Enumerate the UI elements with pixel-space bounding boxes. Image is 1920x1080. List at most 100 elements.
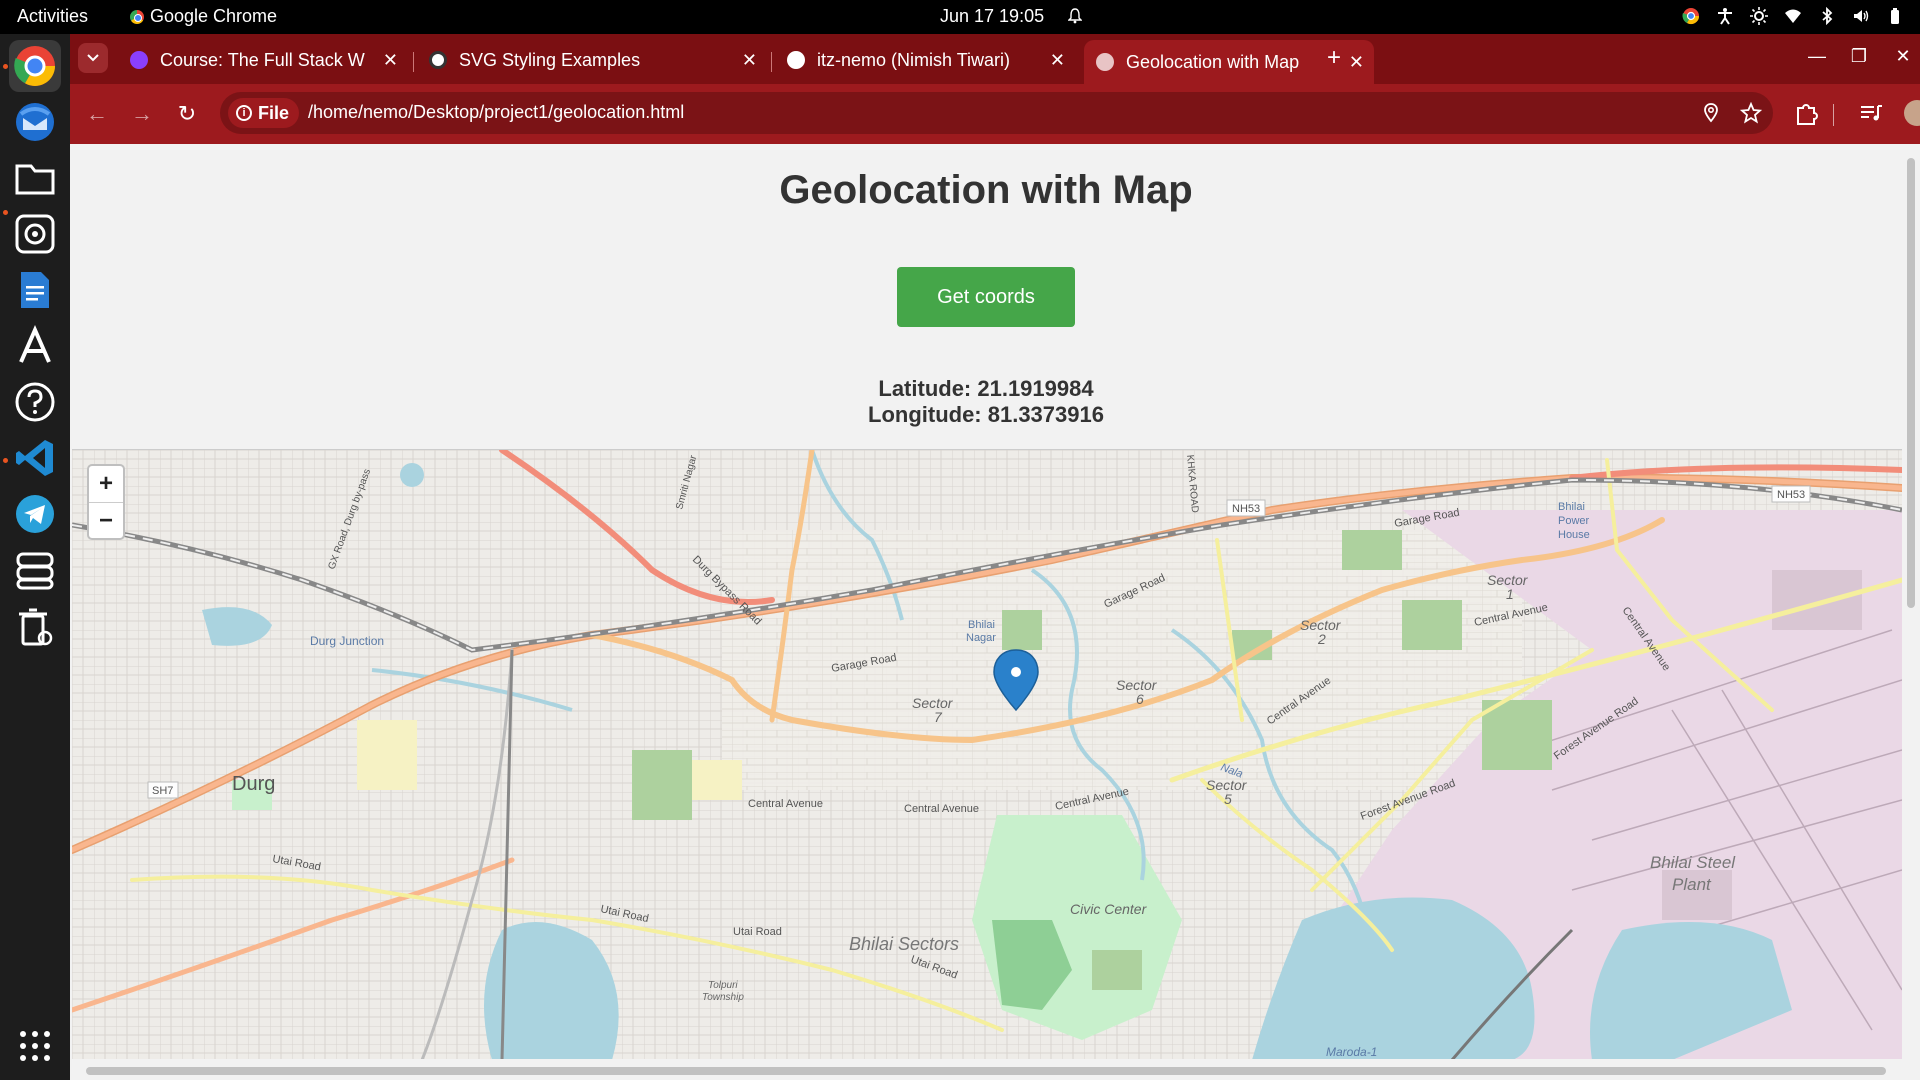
address-bar[interactable]: i File /home/nemo/Desktop/project1/geolo…: [220, 92, 1773, 134]
tab-title: itz-nemo (Nimish Tiwari): [817, 49, 1011, 70]
chrome-dock-icon[interactable]: [9, 40, 61, 92]
map-label-utai-road-3: Utai Road: [733, 926, 782, 938]
map-label-bhilai-sectors: Bhilai Sectors: [849, 934, 959, 954]
battery-icon[interactable]: [1886, 7, 1904, 25]
minimize-icon[interactable]: —: [1806, 46, 1828, 67]
app-center-icon[interactable]: [9, 320, 61, 372]
map-label-bhilai-power-2: Power: [1558, 515, 1590, 527]
trash-icon[interactable]: [9, 600, 61, 652]
close-tab-icon[interactable]: ✕: [383, 50, 398, 71]
tab-strip: Course: The Full Stack W ✕ SVG Styling E…: [70, 34, 1920, 84]
tab-svg-styling[interactable]: SVG Styling Examples ✕: [417, 42, 767, 78]
tab-github[interactable]: itz-nemo (Nimish Tiwari) ✕: [775, 42, 1075, 78]
map-shield-nh53-b: NH53: [1777, 489, 1805, 501]
map-tiles[interactable]: Durg Durg Junction Bhilai Nagar Sector 7…: [72, 450, 1902, 1059]
files-icon[interactable]: [9, 152, 61, 204]
location-pin-icon[interactable]: [1700, 102, 1722, 124]
openai-favicon-icon: [429, 51, 447, 69]
bookmark-star-icon[interactable]: [1740, 102, 1762, 124]
map-label-bhilai-nagar-2: Nagar: [966, 632, 996, 644]
thunderbird-icon[interactable]: [9, 96, 61, 148]
coordinates-display: Latitude: 21.1919984 Longitude: 81.33739…: [70, 376, 1902, 428]
globe-favicon-icon: [1096, 53, 1114, 71]
vertical-scrollbar[interactable]: [1902, 144, 1920, 1062]
map-label-tolpuri-1: Tolpuri: [708, 980, 738, 991]
tab-course[interactable]: Course: The Full Stack W ✕: [118, 42, 408, 78]
site-info-chip[interactable]: i File: [228, 98, 300, 128]
map-label-durg: Durg: [232, 773, 275, 795]
longitude-text: Longitude: 81.3373916: [868, 402, 1104, 427]
notification-bell-icon: [1068, 8, 1082, 24]
toolbar: ← → ↻ i File /home/nemo/Desktop/project1…: [70, 84, 1920, 144]
url-text[interactable]: /home/nemo/Desktop/project1/geolocation.…: [308, 102, 684, 123]
map-shield-sh7: SH7: [152, 785, 173, 797]
brightness-icon[interactable]: [1750, 7, 1768, 25]
map-label-sector7-num: 7: [934, 709, 943, 725]
close-tab-icon[interactable]: ✕: [742, 50, 757, 71]
back-button[interactable]: ←: [81, 98, 113, 130]
tab-title: Course: The Full Stack W: [160, 49, 365, 70]
map-label-bhilai-steel-1: Bhilai Steel: [1650, 853, 1736, 872]
reload-button[interactable]: ↻: [171, 98, 203, 130]
rhythmbox-icon[interactable]: [9, 208, 61, 260]
map-label-bhilai-steel-2: Plant: [1672, 875, 1712, 894]
app-menu-label: Google Chrome: [150, 6, 278, 26]
map-label-sector2-num: 2: [1317, 631, 1326, 647]
map-shield-nh53-a: NH53: [1232, 503, 1260, 515]
telegram-icon[interactable]: [9, 488, 61, 540]
info-icon: i: [236, 105, 252, 121]
chrome-app-icon: [130, 9, 144, 24]
map-view[interactable]: Durg Durg Junction Bhilai Nagar Sector 7…: [72, 449, 1902, 1059]
wifi-icon[interactable]: [1784, 7, 1802, 25]
map-label-sector7: Sector: [912, 695, 954, 711]
new-tab-button[interactable]: +: [1320, 44, 1348, 72]
map-label-central-avenue-2: Central Avenue: [904, 803, 979, 815]
restore-icon[interactable]: ❐: [1848, 46, 1870, 67]
system-top-bar: Activities Google Chrome Jun 17 19:05: [0, 0, 1920, 34]
show-apps-icon[interactable]: [9, 1020, 61, 1072]
close-tab-icon[interactable]: ✕: [1349, 52, 1364, 73]
dock: [0, 34, 70, 1080]
tab-search-button[interactable]: [78, 43, 108, 73]
extensions-icon[interactable]: [1793, 100, 1819, 126]
system-tray[interactable]: [1682, 6, 1904, 26]
zoom-out-button[interactable]: −: [89, 502, 123, 538]
chevron-down-icon: [87, 54, 99, 62]
forward-button[interactable]: →: [126, 98, 158, 130]
bluetooth-icon[interactable]: [1818, 6, 1836, 26]
app-menu[interactable]: Google Chrome: [130, 6, 277, 27]
map-label-bhilai-power-3: House: [1558, 529, 1590, 541]
map-label-sector1-num: 1: [1506, 586, 1514, 602]
horizontal-scrollbar[interactable]: [70, 1062, 1920, 1080]
page-title: Geolocation with Map: [779, 168, 1193, 212]
get-coords-button[interactable]: Get coords: [897, 267, 1075, 327]
map-label-central-avenue-1: Central Avenue: [748, 798, 823, 810]
map-label-sector5-num: 5: [1224, 791, 1232, 807]
zoom-in-button[interactable]: +: [89, 466, 123, 502]
map-label-bhilai-power-1: Bhilai: [1558, 501, 1585, 513]
zoom-control: + −: [87, 464, 125, 540]
map-label-bhilai-nagar-1: Bhilai: [968, 619, 995, 631]
volume-icon[interactable]: [1852, 7, 1870, 25]
activities-button[interactable]: Activities: [17, 6, 88, 27]
tab-title: Geolocation with Map: [1126, 51, 1300, 72]
libreoffice-writer-icon[interactable]: [9, 264, 61, 316]
profile-avatar[interactable]: [1904, 100, 1920, 126]
tab-title: SVG Styling Examples: [459, 49, 641, 70]
map-label-civic-center: Civic Center: [1070, 901, 1148, 917]
help-icon[interactable]: [9, 376, 61, 428]
map-label-durg-junction: Durg Junction: [310, 634, 384, 648]
map-label-sector6-num: 6: [1136, 691, 1144, 707]
close-window-icon[interactable]: ✕: [1892, 46, 1914, 67]
vscode-icon[interactable]: [9, 432, 61, 484]
latitude-text: Latitude: 21.1919984: [878, 376, 1094, 401]
close-tab-icon[interactable]: ✕: [1050, 50, 1065, 71]
accessibility-icon[interactable]: [1716, 7, 1734, 25]
media-controls-icon[interactable]: [1858, 100, 1884, 126]
storage-icon[interactable]: [9, 544, 61, 596]
map-label-maroda: Maroda-1: [1326, 1045, 1377, 1059]
chrome-tray-icon[interactable]: [1682, 7, 1700, 25]
clock[interactable]: Jun 17 19:05: [940, 6, 1044, 27]
course-favicon-icon: [130, 51, 148, 69]
github-favicon-icon: [787, 51, 805, 69]
